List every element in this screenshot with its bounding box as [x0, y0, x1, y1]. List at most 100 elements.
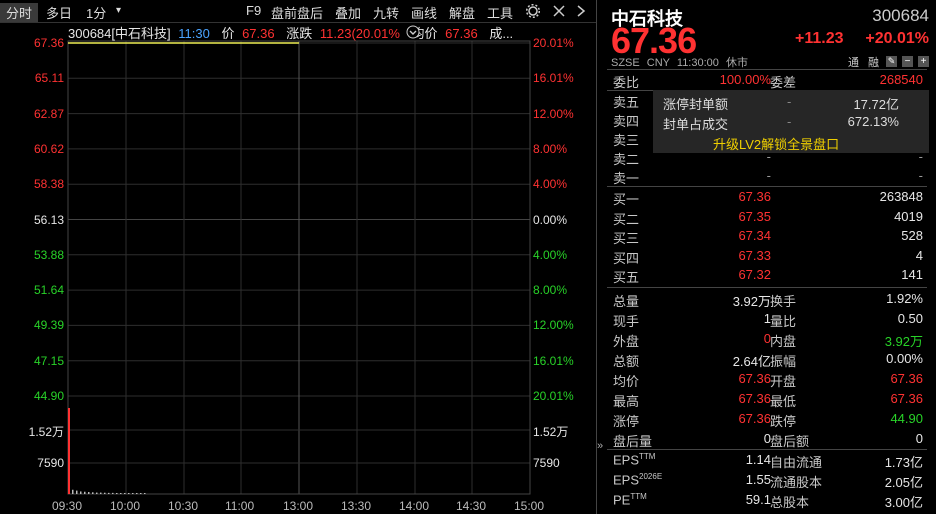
stat-row: 均价 67.36 开盘 67.36 [613, 371, 931, 390]
ratio-value: 100.00% [719, 72, 771, 87]
buy-price[interactable]: 67.36 [738, 189, 771, 204]
volume-bar [72, 489, 74, 494]
price-tick: 56.13 [33, 212, 64, 227]
draw-line-button[interactable]: 画线 [411, 3, 437, 22]
chart-canvas[interactable] [0, 22, 596, 514]
stat-value: 2.64亿 [732, 354, 771, 369]
limit-order-popup[interactable]: 涨停封单额 - 17.72亿 封单占成交 - 672.13% 升级LV2解锁全景… [653, 90, 929, 153]
stat-value: 67.36 [738, 391, 771, 406]
stat-label: 换手 [770, 294, 797, 309]
buy-price[interactable]: 67.34 [738, 228, 771, 243]
minus-icon[interactable]: − [902, 56, 913, 67]
limit-ratio-dash: - [787, 114, 792, 129]
stat-label: 振幅 [770, 354, 797, 369]
tab-multi-day[interactable]: 多日 [46, 3, 72, 22]
market-status: 休市 [725, 57, 748, 69]
price-tick: 53.88 [33, 247, 64, 262]
stock-code: 300684 [872, 6, 929, 25]
tag-rong[interactable]: 融 [868, 54, 879, 70]
limit-amount-dash: - [787, 94, 792, 109]
stat-value: 67.36 [738, 411, 771, 426]
close-icon[interactable] [552, 4, 566, 18]
limit-ratio-label: 封单占成交 [663, 117, 729, 132]
pct-tick: 4.00% [533, 177, 568, 192]
edit-icon[interactable]: ✎ [886, 56, 897, 67]
chart-toolbar: 分时 多日 1分 ▾ F9 盘前盘后 叠加 九转 画线 解盘 工具 [0, 0, 596, 23]
tab-intraday[interactable]: 分时 [0, 3, 39, 22]
price-tick: 60.62 [33, 141, 64, 156]
stat-value: 0.00% [886, 351, 923, 366]
stat-row: 最高 67.36 最低 67.36 [613, 391, 931, 410]
stat-label: 现手 [613, 314, 640, 329]
buy-price[interactable]: 67.33 [738, 248, 771, 263]
upgrade-lv2-link[interactable]: 升级LV2解锁全景盘口 [713, 134, 839, 153]
pct-tick: 20.01% [533, 36, 574, 50]
fundamental-label-main: PE [613, 492, 631, 508]
stat-label: 跌停 [770, 414, 797, 429]
f9-button[interactable]: F9 [246, 3, 261, 18]
stat-value: 1.92% [886, 291, 923, 306]
fundamental-label: EPSTTM [613, 452, 655, 467]
volume-bar [88, 492, 90, 494]
fundamental-label-sup: TTM [639, 452, 656, 461]
tools-button[interactable]: 工具 [487, 3, 513, 22]
stat-value: 67.36 [738, 371, 771, 386]
volume-tick: 1.52万 [28, 425, 64, 439]
price-change: +11.23 [795, 30, 844, 47]
order-ratio-row: 委比 100.00% 委差 268540 [613, 72, 931, 91]
volume-bar [96, 492, 98, 494]
quote-time: 11:30:00 [676, 57, 719, 69]
stat-value: 67.36 [890, 371, 923, 386]
buy-row: 买五 67.32 141 [613, 267, 931, 286]
limit-amount-value: 17.72亿 [853, 97, 899, 112]
fundamental-value: 1.55 [745, 472, 771, 487]
plus-icon[interactable]: + [918, 56, 929, 67]
chevron-down-circle-icon[interactable] [406, 25, 420, 39]
buy-row: 买四 67.33 4 [613, 248, 931, 267]
stat-label: 最低 [770, 394, 797, 409]
volume-bar [128, 493, 130, 494]
price-tick: 44.90 [33, 389, 64, 403]
sell-price[interactable]: - [767, 168, 771, 183]
fundamental-label-sup: 2026E [639, 472, 663, 481]
time-tick: 10:30 [168, 499, 199, 513]
stat-label: 盘后额 [770, 434, 810, 449]
tab-1min[interactable]: 1分 [86, 3, 106, 22]
stat-row: 涨停 67.36 跌停 44.90 [613, 411, 931, 430]
legend-price: 67.36 [242, 26, 275, 41]
sell-level-label: 卖五 [613, 95, 640, 110]
period-dropdown-icon[interactable]: ▾ [116, 5, 121, 16]
buy-level-label: 买四 [613, 250, 640, 266]
time-tick: 10:00 [110, 499, 141, 513]
sell-level-label: 卖三 [613, 133, 640, 148]
pct-tick: 16.01% [533, 71, 574, 86]
volume-tick-right: 1.52万 [533, 425, 569, 439]
collapse-panel-icon[interactable]: » [597, 440, 603, 452]
analysis-button[interactable]: 解盘 [449, 3, 475, 22]
gear-icon[interactable] [526, 4, 540, 18]
volume-bar [108, 492, 110, 494]
stat-label: 均价 [613, 374, 640, 389]
pct-tick: 16.01% [533, 353, 574, 368]
buy-price[interactable]: 67.35 [738, 209, 771, 224]
pre-post-market-button[interactable]: 盘前盘后 [271, 3, 323, 22]
fundamental-row: EPS2026E 1.55 流通股本 2.05亿 [613, 472, 931, 491]
buy-level-label: 买一 [613, 192, 640, 207]
limit-amount-label: 涨停封单额 [663, 97, 729, 112]
overlay-button[interactable]: 叠加 [335, 3, 361, 22]
price-tick: 47.15 [33, 353, 64, 368]
volume-bar [144, 493, 146, 494]
nine-turn-button[interactable]: 九转 [373, 3, 399, 22]
pct-tick: 12.00% [533, 318, 574, 333]
pct-tick: 4.00% [533, 247, 568, 262]
sell-row: 卖一 - - [613, 168, 931, 187]
chevron-right-icon[interactable] [576, 4, 586, 18]
stat-label: 涨停 [613, 414, 640, 429]
fundamental-row: EPSTTM 1.14 自由流通 1.73亿 [613, 452, 931, 471]
tag-tong[interactable]: 通 [848, 54, 859, 70]
market: SZSE [611, 57, 640, 69]
buy-volume: 4019 [894, 208, 923, 224]
buy-volume: 263848 [879, 189, 923, 204]
quote-meta: SZSE CNY 11:30:00 休市 [611, 54, 748, 70]
buy-price[interactable]: 67.32 [738, 267, 771, 282]
